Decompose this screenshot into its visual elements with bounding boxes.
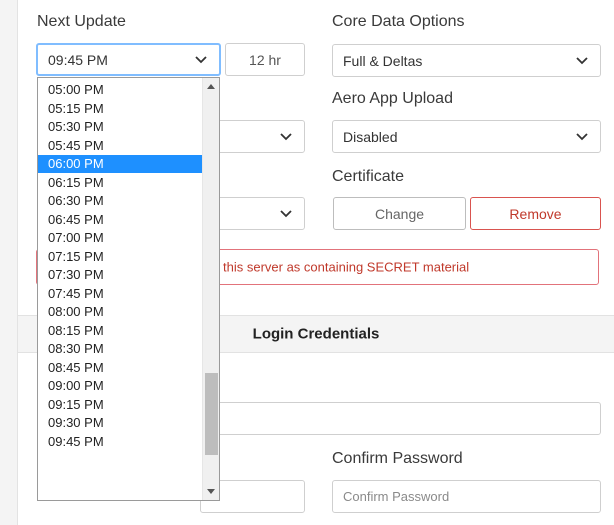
- dropdown-option[interactable]: 07:30 PM: [38, 266, 202, 284]
- dropdown-option[interactable]: 05:00 PM: [38, 81, 202, 99]
- dropdown-option[interactable]: 06:45 PM: [38, 211, 202, 229]
- next-update-value: 09:45 PM: [48, 51, 108, 68]
- dropdown-option[interactable]: 05:15 PM: [38, 100, 202, 118]
- next-update-options-list[interactable]: 05:00 PM 05:15 PM 05:30 PM 05:45 PM 06:00 PM…: [37, 77, 220, 501]
- confirm-password-field[interactable]: [332, 480, 601, 513]
- chevron-down-icon: [576, 132, 588, 140]
- core-data-value: Full & Deltas: [343, 52, 423, 69]
- secret-alert-text: this server as containing SECRET materia…: [223, 259, 470, 275]
- dropdown-option[interactable]: 06:30 PM: [38, 192, 202, 210]
- dropdown-option[interactable]: 05:45 PM: [38, 137, 202, 155]
- dropdown-option[interactable]: 09:00 PM: [38, 377, 202, 395]
- chevron-down-icon: [576, 56, 588, 64]
- next-update-label: Next Update: [37, 13, 126, 30]
- dropdown-option[interactable]: 08:45 PM: [38, 359, 202, 377]
- core-data-select[interactable]: Full & Deltas: [332, 44, 601, 77]
- chevron-down-icon: [195, 55, 207, 63]
- dropdown-option[interactable]: 08:30 PM: [38, 340, 202, 358]
- hour-format-button[interactable]: 12 hr: [225, 43, 305, 76]
- aero-upload-label: Aero App Upload: [332, 90, 453, 107]
- dropdown-option[interactable]: 08:00 PM: [38, 303, 202, 321]
- triangle-down-icon[interactable]: [207, 489, 215, 494]
- triangle-up-icon[interactable]: [207, 84, 215, 89]
- dropdown-option[interactable]: 07:00 PM: [38, 229, 202, 247]
- certificate-remove-button[interactable]: Remove: [470, 197, 601, 230]
- certificate-change-button[interactable]: Change: [333, 197, 466, 230]
- dropdown-scrollbar[interactable]: [202, 78, 219, 500]
- dropdown-option[interactable]: 05:30 PM: [38, 118, 202, 136]
- aero-upload-select[interactable]: Disabled: [332, 120, 601, 153]
- chevron-down-icon: [280, 209, 292, 217]
- dropdown-option[interactable]: 06:15 PM: [38, 174, 202, 192]
- dropdown-option[interactable]: 07:45 PM: [38, 285, 202, 303]
- confirm-password-label: Confirm Password: [332, 450, 463, 467]
- next-update-select[interactable]: 09:45 PM: [36, 43, 221, 76]
- dropdown-option[interactable]: 09:45 PM: [38, 433, 202, 451]
- chevron-down-icon: [280, 132, 292, 140]
- dropdown-option[interactable]: 06:00 PM: [38, 155, 202, 173]
- hidden-login-input[interactable]: [200, 402, 601, 435]
- aero-upload-value: Disabled: [343, 128, 398, 145]
- dropdown-scrollbar-thumb[interactable]: [205, 373, 218, 455]
- dropdown-option[interactable]: 08:15 PM: [38, 322, 202, 340]
- dropdown-option[interactable]: 09:15 PM: [38, 396, 202, 414]
- certificate-label: Certificate: [332, 168, 405, 185]
- dropdown-option[interactable]: 07:15 PM: [38, 248, 202, 266]
- dropdown-option[interactable]: 09:30 PM: [38, 414, 202, 432]
- core-data-label: Core Data Options: [332, 13, 465, 30]
